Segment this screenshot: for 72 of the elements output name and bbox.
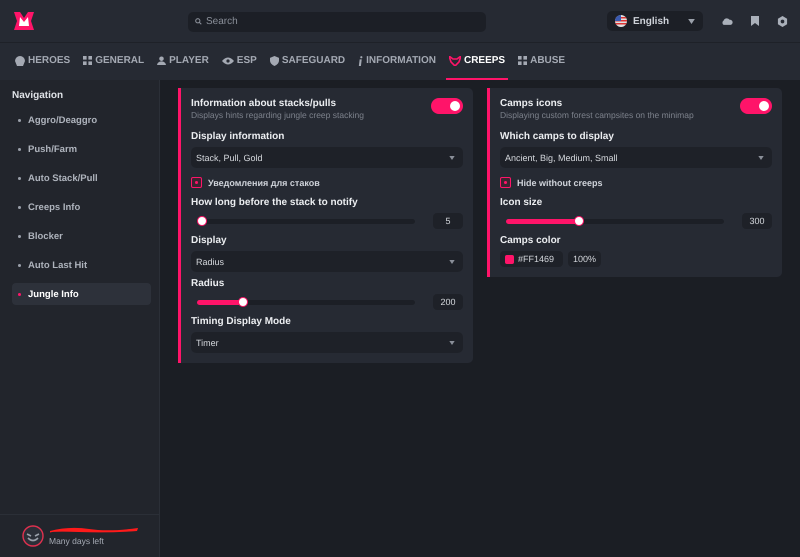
slider-handle[interactable] [197, 216, 207, 226]
toggle-switch[interactable] [431, 98, 463, 114]
sidebar-item[interactable]: Auto Stack/Pull [12, 167, 151, 189]
info-icon [358, 56, 364, 66]
caret-icon [688, 18, 695, 24]
slider[interactable] [506, 216, 724, 226]
tab[interactable]: ABUSE [515, 43, 568, 80]
subscription-status: Many days left [49, 536, 105, 546]
checkbox-label: Уведомления для стаков [208, 178, 320, 188]
toggle-switch[interactable] [740, 98, 772, 114]
grid-icon [83, 56, 92, 65]
creep-icon [448, 56, 461, 66]
tab[interactable]: PLAYER [154, 43, 212, 80]
slider[interactable] [197, 216, 415, 226]
sidebar-item[interactable]: Blocker [12, 225, 151, 247]
value-field[interactable]: 200 [433, 294, 463, 310]
field-label: How long before the stack to notify [191, 197, 359, 208]
sidebar-item[interactable]: Push/Farm [12, 138, 151, 160]
field-label: Icon size [500, 197, 544, 208]
language-dropdown[interactable]: English [607, 11, 703, 31]
dropdown[interactable]: Ancient, Big, Medium, Small [500, 147, 772, 168]
color-field[interactable]: #FF1469 [500, 251, 564, 267]
cloud-icon[interactable] [721, 16, 733, 26]
tab[interactable]: INFORMATION [355, 43, 439, 80]
caret-icon [449, 156, 455, 160]
slider-handle[interactable] [238, 296, 248, 306]
slider-handle[interactable] [574, 216, 584, 226]
eye-icon [222, 56, 234, 64]
avatar-icon [22, 525, 44, 547]
dropdown[interactable]: Radius [191, 251, 463, 272]
caret-icon [449, 340, 455, 344]
helmet-icon [15, 56, 25, 66]
slider[interactable] [197, 296, 415, 308]
shield-icon [270, 56, 279, 66]
checkbox-label: Hide without creeps [517, 178, 603, 188]
field-label: Display information [191, 131, 286, 142]
field-label: Which camps to display [500, 131, 615, 142]
caret-icon [758, 156, 764, 160]
section-description: Displaying custom forest campsites on the minimap [500, 110, 695, 120]
flag-icon [615, 15, 627, 27]
search-field[interactable]: Search [188, 12, 486, 32]
sidebar-item[interactable]: Aggro/Deaggro [12, 109, 151, 131]
field-label: Display [191, 235, 228, 246]
logo-icon [12, 9, 36, 33]
section-title: Information about stacks/pulls [191, 98, 338, 109]
grid-icon [518, 56, 528, 65]
sidebar-item[interactable]: Jungle Info [12, 283, 151, 305]
checkbox[interactable] [500, 177, 511, 188]
person-icon [157, 56, 166, 65]
section-description: Displays hints regarding jungle creep stacking [191, 110, 365, 120]
tab[interactable]: ESP [218, 43, 260, 80]
field-label: Timing Display Mode [191, 316, 292, 327]
dropdown[interactable]: Stack, Pull, Gold [191, 147, 463, 168]
value-field[interactable]: 300 [742, 213, 772, 229]
tab[interactable]: SAFEGUARD [266, 43, 348, 80]
opacity-field[interactable]: 100% [568, 251, 602, 267]
bookmark-icon[interactable] [751, 16, 759, 26]
settings-icon[interactable] [777, 16, 788, 26]
caret-icon [449, 260, 455, 264]
navigation-heading: Navigation [12, 90, 64, 101]
tab[interactable]: CREEPS [446, 43, 508, 80]
sidebar-item[interactable]: Auto Last Hit [12, 254, 151, 276]
field-label: Radius [191, 278, 226, 289]
field-label: Camps color [500, 235, 562, 246]
search-icon [195, 18, 202, 24]
sidebar-item[interactable]: Creeps Info [12, 196, 151, 218]
value-field[interactable]: 5 [433, 213, 463, 229]
tab[interactable]: GENERAL [80, 43, 148, 80]
dropdown[interactable]: Timer [191, 332, 463, 353]
tab[interactable]: HEROES [12, 43, 74, 80]
section-title: Camps icons [500, 98, 564, 109]
checkbox[interactable] [191, 177, 202, 188]
